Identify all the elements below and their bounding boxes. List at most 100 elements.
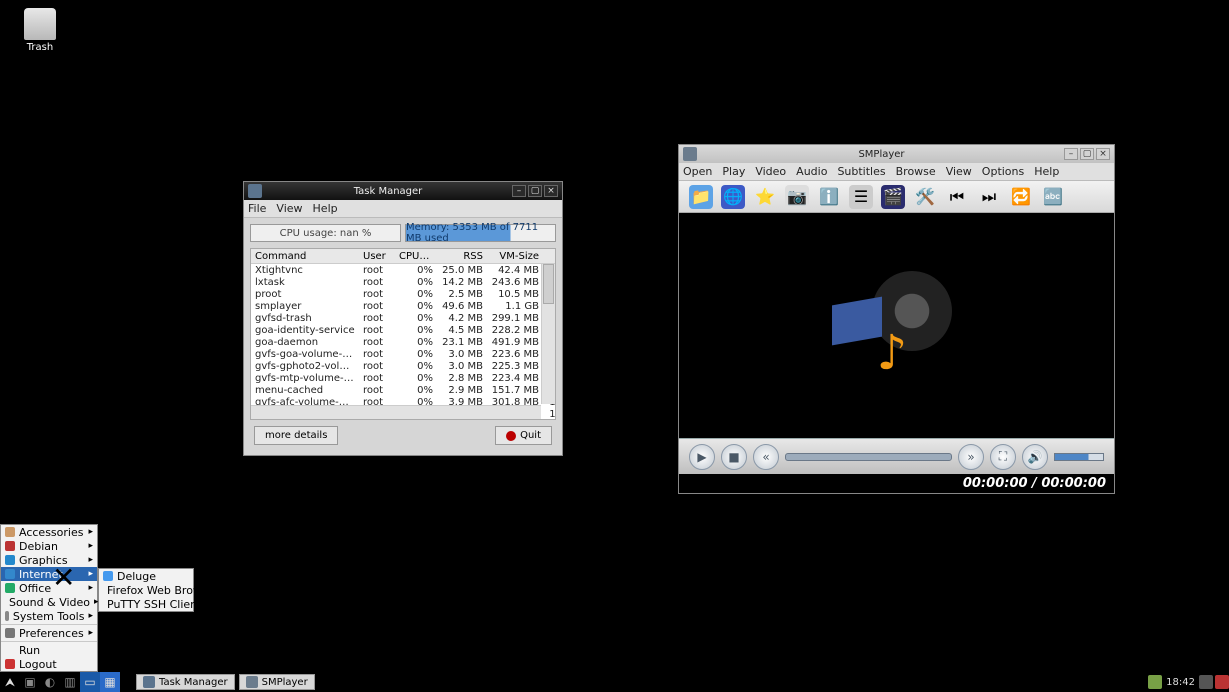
seek-bar[interactable] <box>785 453 952 461</box>
menu-sound-video[interactable]: Sound & Video▸ <box>1 595 97 609</box>
smplayer-icon <box>246 676 258 688</box>
menu-system-tools[interactable]: System Tools▸ <box>1 609 97 623</box>
menu-internet[interactable]: Internet▸ <box>1 567 97 581</box>
table-row[interactable]: goa-identity-serviceroot0%4.5 MB228.2 MB… <box>251 324 555 336</box>
col-rss[interactable]: RSS <box>437 251 487 262</box>
desktop-trash[interactable]: Trash <box>10 8 70 53</box>
subtitle-search-icon[interactable]: 🔤 <box>1041 185 1065 209</box>
menu-browse[interactable]: Browse <box>896 165 936 178</box>
maximize-button[interactable]: ▢ <box>528 185 542 197</box>
taskbar: ⮝ ▣ ◐ ▥ ▭ ▦ Task Manager SMPlayer 18:42 <box>0 672 1229 692</box>
submenu-putty-ssh-client[interactable]: PuTTY SSH Client <box>99 597 193 611</box>
table-row[interactable]: Xtightvncroot0%25.0 MB42.4 MB14162 <box>251 264 555 276</box>
browser-launcher[interactable]: ◐ <box>40 672 60 692</box>
close-button[interactable]: × <box>1096 148 1110 160</box>
menu-help[interactable]: Help <box>1034 165 1059 178</box>
close-button[interactable]: × <box>544 185 558 197</box>
tray-power-icon[interactable] <box>1215 675 1229 689</box>
taskbar-task-task-manager[interactable]: Task Manager <box>136 674 235 690</box>
playlist-icon[interactable]: ☰ <box>849 185 873 209</box>
open-url-icon[interactable]: 🌐 <box>721 185 745 209</box>
forward-button[interactable]: » <box>958 444 984 470</box>
time-status: 00:00:00 / 00:00:00 <box>679 474 1114 493</box>
col-vm[interactable]: VM-Size <box>487 251 543 262</box>
rewind-button[interactable]: « <box>753 444 779 470</box>
table-row[interactable]: prootroot0%2.5 MB10.5 MB13794 <box>251 288 555 300</box>
menu-accessories[interactable]: Accessories▸ <box>1 525 97 539</box>
table-row[interactable]: gvfs-mtp-volume-monitorroot0%2.8 MB223.4… <box>251 372 555 384</box>
menu-preferences[interactable]: Preferences▸ <box>1 626 97 640</box>
preferences-icon[interactable]: 🛠️ <box>913 185 937 209</box>
internet-submenu[interactable]: DelugeFirefox Web BrowserPuTTY SSH Clien… <box>98 568 194 612</box>
menu-video[interactable]: Video <box>755 165 786 178</box>
task-manager-titlebar[interactable]: Task Manager – ▢ × <box>244 182 562 200</box>
smplayer-title: SMPlayer <box>701 149 1062 160</box>
menu-view[interactable]: View <box>946 165 972 178</box>
menu-play[interactable]: Play <box>722 165 745 178</box>
taskbar-task-smplayer[interactable]: SMPlayer <box>239 674 315 690</box>
next-icon[interactable]: ⏭ <box>977 185 1001 209</box>
clock[interactable]: 18:42 <box>1164 677 1197 688</box>
maximize-button[interactable]: ▢ <box>1080 148 1094 160</box>
play-button[interactable]: ▶ <box>689 444 715 470</box>
menu-logout[interactable]: Logout <box>1 657 97 671</box>
minimize-all-launcher[interactable]: ▥ <box>60 672 80 692</box>
menu-graphics[interactable]: Graphics▸ <box>1 553 97 567</box>
col-command[interactable]: Command <box>251 251 359 262</box>
process-table-head[interactable]: Command User CPU% ∨ RSS VM-Size PID <box>251 249 555 264</box>
quit-button[interactable]: Quit <box>495 426 552 445</box>
menu-run[interactable]: Run <box>1 643 97 657</box>
menu-options[interactable]: Options <box>982 165 1024 178</box>
submenu-firefox-web-browser[interactable]: Firefox Web Browser <box>99 583 193 597</box>
menu-open[interactable]: Open <box>683 165 712 178</box>
table-row[interactable]: smplayerroot0%49.6 MB1.1 GB14979 <box>251 300 555 312</box>
menu-file[interactable]: File <box>248 202 266 215</box>
repeat-icon[interactable]: 🔁 <box>1009 185 1033 209</box>
col-pid[interactable]: PID <box>543 251 556 262</box>
menu-item-icon <box>5 611 9 621</box>
table-row[interactable]: gvfs-goa-volume-monitorroot0%3.0 MB223.6… <box>251 348 555 360</box>
menu-help[interactable]: Help <box>313 202 338 215</box>
menu-view[interactable]: View <box>276 202 302 215</box>
video-area[interactable]: ♪ <box>679 213 1114 438</box>
menu-item-icon <box>5 569 15 579</box>
workspace-switcher[interactable]: ▦ <box>100 672 120 692</box>
info-icon[interactable]: ℹ️ <box>817 185 841 209</box>
col-cpu[interactable]: CPU% ∨ <box>395 251 437 262</box>
stop-button[interactable]: ■ <box>721 444 747 470</box>
table-row[interactable]: gvfs-gphoto2-volume-monitorroot0%3.0 MB2… <box>251 360 555 372</box>
col-user[interactable]: User <box>359 251 395 262</box>
open-file-icon[interactable]: 📁 <box>689 185 713 209</box>
table-row[interactable]: lxtaskroot0%14.2 MB243.6 MB14971 <box>251 276 555 288</box>
table-row[interactable]: goa-daemonroot0%23.1 MB491.9 MB14722 <box>251 336 555 348</box>
minimize-button[interactable]: – <box>1064 148 1078 160</box>
more-details-button[interactable]: more details <box>254 426 338 445</box>
menu-item-icon <box>5 527 15 537</box>
table-row[interactable]: menu-cachedroot0%2.9 MB151.7 MB14697 <box>251 384 555 396</box>
screenshot-icon[interactable]: 📷 <box>785 185 809 209</box>
terminal-launcher[interactable]: ▭ <box>80 672 100 692</box>
menu-office[interactable]: Office▸ <box>1 581 97 595</box>
start-button[interactable]: ⮝ <box>0 672 20 692</box>
menu-debian[interactable]: Debian▸ <box>1 539 97 553</box>
minimize-button[interactable]: – <box>512 185 526 197</box>
submenu-deluge[interactable]: Deluge <box>99 569 193 583</box>
menu-subtitles[interactable]: Subtitles <box>837 165 885 178</box>
mute-button[interactable]: 🔊 <box>1022 444 1048 470</box>
horizontal-scrollbar[interactable] <box>251 405 541 419</box>
tray-icon-1[interactable] <box>1148 675 1162 689</box>
table-row[interactable]: gvfsd-trashroot0%4.2 MB299.1 MB14735 <box>251 312 555 324</box>
vertical-scrollbar[interactable] <box>541 264 555 404</box>
prev-icon[interactable]: ⏮ <box>945 185 969 209</box>
tube-icon[interactable]: 🎬 <box>881 185 905 209</box>
start-menu[interactable]: Accessories▸Debian▸Graphics▸Internet▸Off… <box>0 524 98 672</box>
file-manager-launcher[interactable]: ▣ <box>20 672 40 692</box>
fullscreen-button[interactable]: ⛶ <box>990 444 1016 470</box>
process-table[interactable]: Command User CPU% ∨ RSS VM-Size PID Xtig… <box>250 248 556 420</box>
volume-slider[interactable] <box>1054 453 1104 461</box>
task-manager-window: Task Manager – ▢ × File View Help CPU us… <box>243 181 563 456</box>
menu-audio[interactable]: Audio <box>796 165 827 178</box>
smplayer-titlebar[interactable]: SMPlayer – ▢ × <box>679 145 1114 163</box>
tray-network-icon[interactable] <box>1199 675 1213 689</box>
favorites-icon[interactable]: ⭐ <box>753 185 777 209</box>
